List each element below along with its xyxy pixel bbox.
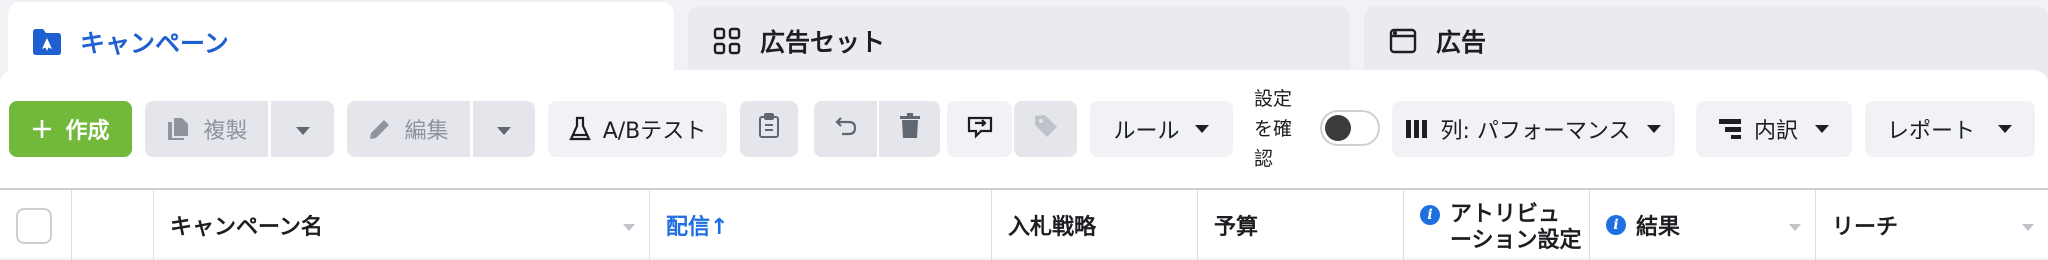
clipboard-button[interactable] [740,101,798,157]
undo-button[interactable] [814,101,877,157]
settings-review-label: 設定を確認 [1254,88,1293,170]
breakdown-icon [1718,118,1742,140]
report-label: レポート [1886,119,1975,144]
report-dropdown[interactable]: レポート [1865,101,2035,157]
edit-dropdown-button[interactable] [473,101,535,157]
column-label: 配信↑ [666,215,729,240]
duplicate-dropdown-button[interactable] [271,101,334,157]
column-label: キャンペーン名 [170,215,323,240]
duplicate-button[interactable]: 複製 [145,101,268,157]
column-delivery[interactable]: 配信↑ [650,190,992,260]
toggle-knob [1325,115,1351,141]
compare-button[interactable] [947,101,1012,157]
edit-label: 編集 [404,119,449,144]
column-label: アトリビューション設定 [1450,202,1582,253]
columns-dropdown[interactable]: 列: パフォーマンス [1392,101,1675,157]
tab-bar: キャンペーン 広告セット 広告 [0,0,2048,82]
tab-ad-sets[interactable]: 広告セット [688,6,1350,76]
caret-down-icon [1194,124,1210,134]
column-campaign-name[interactable]: キャンペーン名 [154,190,650,260]
status-toggle-column [72,190,154,260]
tab-label: 広告 [1436,28,1487,57]
flask-icon [568,116,591,142]
tag-icon [1033,113,1059,145]
select-all-checkbox[interactable] [16,208,52,244]
columns-icon [1405,118,1429,140]
tag-button[interactable] [1014,101,1077,157]
table-header: キャンペーン名 配信↑ 入札戦略 予算 i アトリビューション設定 i 結果 リ… [0,188,2048,260]
column-results[interactable]: i 結果 [1590,190,1816,260]
column-reach[interactable]: リーチ [1816,190,2048,260]
edit-button[interactable]: 編集 [347,101,470,157]
column-label: リーチ [1832,215,1899,240]
ab-test-button[interactable]: A/Bテスト [548,101,727,157]
clipboard-icon [758,113,780,145]
duplicate-label: 複製 [203,119,248,144]
ab-test-label: A/Bテスト [602,119,707,144]
info-icon[interactable]: i [1420,205,1440,225]
columns-label: 列: パフォーマンス [1440,119,1631,144]
column-budget[interactable]: 予算 [1198,190,1404,260]
column-label: 結果 [1636,215,1681,240]
chevron-down-icon [295,117,311,142]
tab-label: キャンペーン [80,29,229,58]
campaign-folder-icon [32,27,62,57]
column-label: 予算 [1214,215,1259,240]
create-label: 作成 [65,119,110,144]
tab-ads[interactable]: 広告 [1364,6,2048,76]
rules-label: ルール [1113,119,1180,144]
column-bid-strategy[interactable]: 入札戦略 [992,190,1198,260]
column-attribution-setting[interactable]: i アトリビューション設定 [1404,190,1590,260]
tab-label: 広告セット [760,28,886,57]
sort-caret-icon [1789,224,1801,231]
sort-caret-icon [623,224,635,231]
rules-dropdown[interactable]: ルール [1090,101,1233,157]
ad-window-icon [1388,26,1418,56]
info-icon[interactable]: i [1606,215,1626,235]
sort-caret-icon [2022,224,2034,231]
undo-icon [834,115,858,143]
trash-icon [899,113,921,145]
chevron-down-icon [496,117,512,142]
copy-icon [165,116,191,142]
caret-down-icon [1997,124,2013,134]
tab-campaigns[interactable]: キャンペーン [8,2,674,82]
caret-down-icon [1646,124,1662,134]
settings-review-toggle[interactable] [1320,110,1380,146]
select-all-cell [0,190,72,260]
breakdown-label: 内訳 [1753,119,1798,144]
breakdown-dropdown[interactable]: 内訳 [1696,101,1852,157]
create-button[interactable]: 作成 [9,101,132,157]
toolbar: 作成 複製 編集 A/Bテスト ルール 設定を確認 列: パフォーマンス 内訳 … [0,70,2048,188]
compare-icon [966,113,994,145]
grid-icon [712,26,742,56]
pencil-icon [368,117,392,141]
delete-button[interactable] [879,101,940,157]
plus-icon [31,118,53,140]
column-label: 入札戦略 [1008,215,1097,240]
caret-down-icon [1814,124,1830,134]
